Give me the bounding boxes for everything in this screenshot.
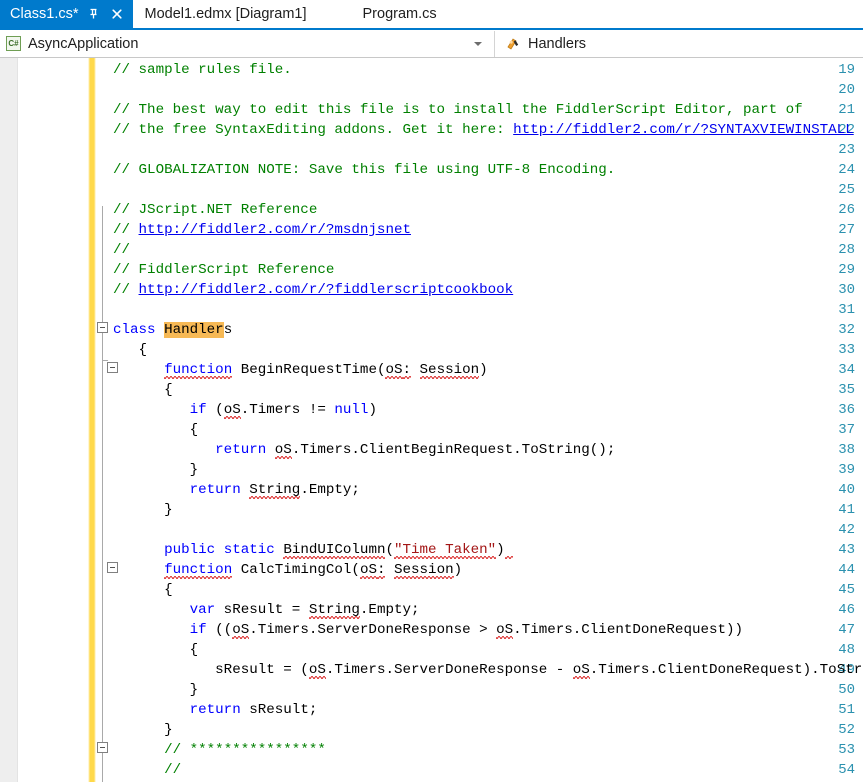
code-line-26[interactable]: // JScript.NET Reference — [113, 200, 317, 220]
visual-studio-editor-window: Class1.cs* Model1.edmx [Diagram1] Progra… — [0, 0, 863, 782]
code-line-30[interactable]: // http://fiddler2.com/r/?fiddlerscriptc… — [113, 280, 513, 300]
hyperlink[interactable]: http://fiddler2.com/r/?SYNTAXVIEWINSTALL — [513, 122, 854, 138]
code-line-28[interactable]: // — [113, 240, 130, 260]
selected-word-highlight: Handler — [164, 322, 224, 338]
keyword-token: return — [189, 482, 241, 498]
identifier-token: oS — [232, 622, 250, 638]
comment-token: // The best way to edit this file is to … — [113, 102, 803, 118]
code-line-49[interactable]: sResult = (oS.Timers.ServerDoneResponse … — [113, 660, 863, 680]
code-line-51[interactable]: return sResult; — [113, 700, 318, 720]
type-name-label: Handlers — [528, 35, 587, 52]
type-token: Session — [394, 562, 454, 578]
code-line-32[interactable]: class Handlers — [113, 320, 232, 340]
code-line-54[interactable]: // — [113, 760, 181, 780]
attribute-token: BindUIColumn — [283, 542, 386, 558]
keyword-token: class — [113, 322, 156, 338]
code-line-44[interactable]: function CalcTimingCol(oS: Session) — [113, 560, 462, 580]
comment-token: // — [113, 282, 139, 298]
tab-model1-edmx[interactable]: Model1.edmx [Diagram1] — [133, 0, 315, 28]
identifier-token: CalcTimingCol( — [240, 562, 360, 578]
keyword-token: if — [189, 622, 207, 638]
code-line-19[interactable]: // sample rules file. — [113, 60, 292, 80]
code-line-46[interactable]: var sResult = String.Empty; — [113, 600, 420, 620]
code-line-47[interactable]: if ((oS.Timers.ServerDoneResponse > oS.T… — [113, 620, 743, 640]
code-line-41[interactable]: } — [113, 500, 173, 520]
keyword-token: static — [223, 542, 275, 558]
identifier-token: oS — [308, 662, 326, 678]
tab-label: Class1.cs* — [10, 6, 79, 22]
navigation-bar: C# AsyncApplication Handlers — [0, 30, 863, 58]
tab-class1-cs[interactable]: Class1.cs* — [0, 0, 133, 28]
comment-token: // sample rules file. — [113, 62, 292, 78]
hyperlink[interactable]: http://fiddler2.com/r/?msdnjsnet — [139, 222, 411, 238]
code-editor[interactable]: 19 20 21 22 23 24 25 26 27 28 29 30 31 3… — [0, 58, 863, 782]
project-dropdown[interactable]: C# AsyncApplication — [0, 31, 492, 57]
identifier-token: oS — [223, 402, 241, 418]
keyword-token: var — [189, 602, 216, 618]
hyperlink[interactable]: http://fiddler2.com/r/?fiddlerscriptcook… — [139, 282, 514, 298]
comment-token: // **************** — [164, 742, 326, 758]
type-dropdown[interactable]: Handlers — [494, 30, 863, 57]
comment-token: // — [164, 762, 182, 778]
identifier-token: BeginRequestTime( — [240, 362, 386, 378]
identifier-token: oS — [572, 662, 590, 678]
code-line-53[interactable]: // **************** — [113, 740, 326, 760]
pin-icon[interactable] — [86, 6, 102, 22]
identifier-token: oS — [274, 442, 292, 458]
keyword-token: public — [164, 542, 216, 558]
code-line-43[interactable]: public static BindUIColumn("Time Taken") — [113, 540, 514, 560]
code-line-50[interactable]: } — [113, 680, 199, 700]
keyword-token: function — [164, 362, 233, 378]
document-tabs: Class1.cs* Model1.edmx [Diagram1] Progra… — [0, 0, 863, 28]
tab-program-cs[interactable]: Program.cs — [315, 0, 445, 28]
code-line-48[interactable]: { — [113, 640, 199, 660]
indicator-margin — [0, 58, 18, 782]
type-token: String — [249, 482, 301, 498]
comment-token: // — [113, 242, 131, 258]
code-line-36[interactable]: if (oS.Timers != null) — [113, 400, 377, 420]
code-line-35[interactable]: { — [113, 380, 173, 400]
code-line-33[interactable]: { — [113, 340, 148, 360]
type-token: Session — [419, 362, 480, 378]
comment-token: // JScript.NET Reference — [113, 202, 318, 218]
keyword-token: return — [215, 442, 267, 458]
tab-label: Program.cs — [362, 6, 437, 22]
code-line-22[interactable]: // the free SyntaxEditing addons. Get it… — [113, 120, 854, 140]
code-line-52[interactable]: } — [113, 720, 173, 740]
class-icon — [505, 36, 521, 52]
string-token: "Time Taken" — [394, 542, 497, 558]
identifier-token: s — [223, 322, 233, 338]
comment-token: // the free SyntaxEditing addons. Get it… — [113, 122, 514, 138]
keyword-token: null — [334, 402, 369, 418]
csharp-file-icon: C# — [6, 36, 21, 51]
code-line-27[interactable]: // http://fiddler2.com/r/?msdnjsnet — [113, 220, 411, 240]
change-tracking-bar — [88, 58, 96, 782]
code-line-37[interactable]: { — [113, 420, 199, 440]
code-line-39[interactable]: } — [113, 460, 199, 480]
code-line-40[interactable]: return String.Empty; — [113, 480, 360, 500]
chevron-down-icon[interactable] — [474, 41, 482, 46]
identifier-token: oS — [496, 622, 514, 638]
code-line-34[interactable]: function BeginRequestTime(oS: Session) — [113, 360, 488, 380]
keyword-token: function — [164, 562, 233, 578]
comment-token: // GLOBALIZATION NOTE: Save this file us… — [113, 162, 616, 178]
identifier-token: oS — [385, 362, 403, 378]
comment-token: // — [113, 222, 139, 238]
type-token: String — [308, 602, 360, 618]
keyword-token: if — [189, 402, 207, 418]
document-tab-strip: Class1.cs* Model1.edmx [Diagram1] Progra… — [0, 0, 863, 30]
code-line-38[interactable]: return oS.Timers.ClientBeginRequest.ToSt… — [113, 440, 615, 460]
code-line-21[interactable]: // The best way to edit this file is to … — [113, 100, 803, 120]
line-number-gutter — [19, 58, 88, 782]
code-text-area[interactable]: // sample rules file. // The best way to… — [96, 58, 863, 782]
tab-label: Model1.edmx [Diagram1] — [144, 6, 307, 22]
code-line-24[interactable]: // GLOBALIZATION NOTE: Save this file us… — [113, 160, 615, 180]
keyword-token: return — [189, 702, 241, 718]
code-line-45[interactable]: { — [113, 580, 173, 600]
project-name-label: AsyncApplication — [28, 35, 139, 52]
identifier-token: oS — [359, 562, 377, 578]
comment-token: // FiddlerScript Reference — [113, 262, 335, 278]
code-line-29[interactable]: // FiddlerScript Reference — [113, 260, 334, 280]
close-icon[interactable] — [109, 6, 125, 22]
